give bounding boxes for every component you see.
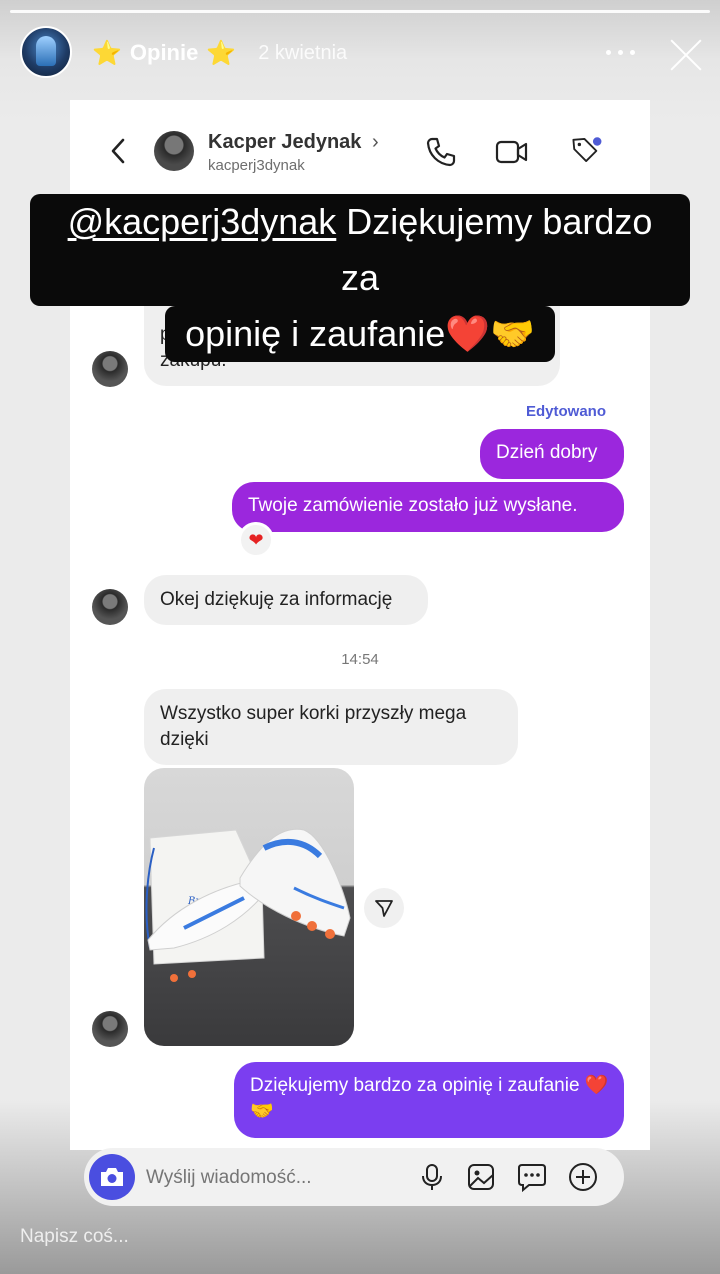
- caption-mention[interactable]: @kacperj3dynak: [68, 201, 337, 242]
- story-progress-bar: [10, 10, 710, 13]
- story-reply-input[interactable]: Napisz coś...: [20, 1226, 129, 1248]
- send-share-icon[interactable]: [364, 888, 404, 928]
- message-composer: [84, 1148, 624, 1208]
- caption-text: Dziękujemy bardzo za: [336, 201, 653, 298]
- camera-icon: [101, 1168, 123, 1186]
- message-outgoing[interactable]: Dziękujemy bardzo za opinię i zaufanie ❤…: [234, 1062, 624, 1138]
- message-text: Okej dziękuję za informację: [160, 589, 393, 610]
- story-date: 2 kwietnia: [258, 41, 348, 64]
- phone-icon[interactable]: [424, 135, 458, 169]
- camera-button[interactable]: [89, 1154, 135, 1200]
- star-icon: ⭐: [206, 39, 237, 67]
- sender-avatar[interactable]: [92, 589, 128, 625]
- heart-reaction-icon[interactable]: ❤: [238, 522, 274, 558]
- contact-name[interactable]: Kacper Jedynak: [208, 131, 361, 154]
- sticker-chat-icon[interactable]: [517, 1162, 547, 1192]
- story-caption: @kacperj3dynak Dziękujemy bardzo za opin…: [30, 194, 690, 362]
- message-text: Dziękujemy bardzo za opinię i zaufanie ❤…: [250, 1075, 609, 1122]
- message-photo[interactable]: Brand: [144, 768, 354, 1046]
- chevron-right-icon: ›: [372, 131, 379, 153]
- video-icon[interactable]: [495, 135, 529, 169]
- sender-avatar[interactable]: [92, 1011, 128, 1047]
- contact-username: kacperj3dynak: [208, 157, 305, 174]
- message-text: Dzień dobry: [496, 442, 598, 463]
- close-icon[interactable]: [668, 36, 704, 72]
- star-icon: ⭐: [92, 39, 122, 67]
- message-incoming[interactable]: Okej dziękuję za informację: [144, 575, 428, 625]
- story-title: ⭐ Opinie ⭐ 2 kwietnia: [92, 38, 347, 68]
- story-title-text: Opinie: [129, 40, 199, 65]
- story-avatar[interactable]: [20, 26, 72, 78]
- story-header: ⭐ Opinie ⭐ 2 kwietnia: [0, 22, 720, 86]
- message-text: Twoje zamówienie zostało już wysłane.: [248, 495, 578, 516]
- football-boots-image: Brand: [145, 828, 351, 982]
- message-incoming[interactable]: Wszystko super korki przyszły mega dzięk…: [144, 689, 518, 765]
- message-text: Wszystko super korki przyszły mega dzięk…: [160, 703, 467, 750]
- more-dots-icon[interactable]: [606, 48, 636, 58]
- edited-label: Edytowano: [526, 403, 607, 420]
- gallery-icon[interactable]: [466, 1162, 496, 1192]
- back-arrow-icon[interactable]: [110, 138, 126, 164]
- caption-line: @kacperj3dynak Dziękujemy bardzo za: [30, 194, 690, 306]
- caption-line: opinię i zaufanie❤️🤝: [165, 306, 555, 362]
- avatar-figure: [36, 36, 56, 66]
- message-input[interactable]: [144, 1148, 348, 1208]
- message-outgoing[interactable]: Twoje zamówienie zostało już wysłane.: [232, 482, 624, 532]
- microphone-icon[interactable]: [417, 1162, 447, 1192]
- message-outgoing[interactable]: Dzień dobry: [480, 429, 624, 479]
- message-timestamp: 14:54: [341, 651, 379, 668]
- plus-icon[interactable]: [568, 1162, 598, 1192]
- tag-icon[interactable]: [570, 133, 604, 167]
- contact-avatar[interactable]: [154, 131, 194, 171]
